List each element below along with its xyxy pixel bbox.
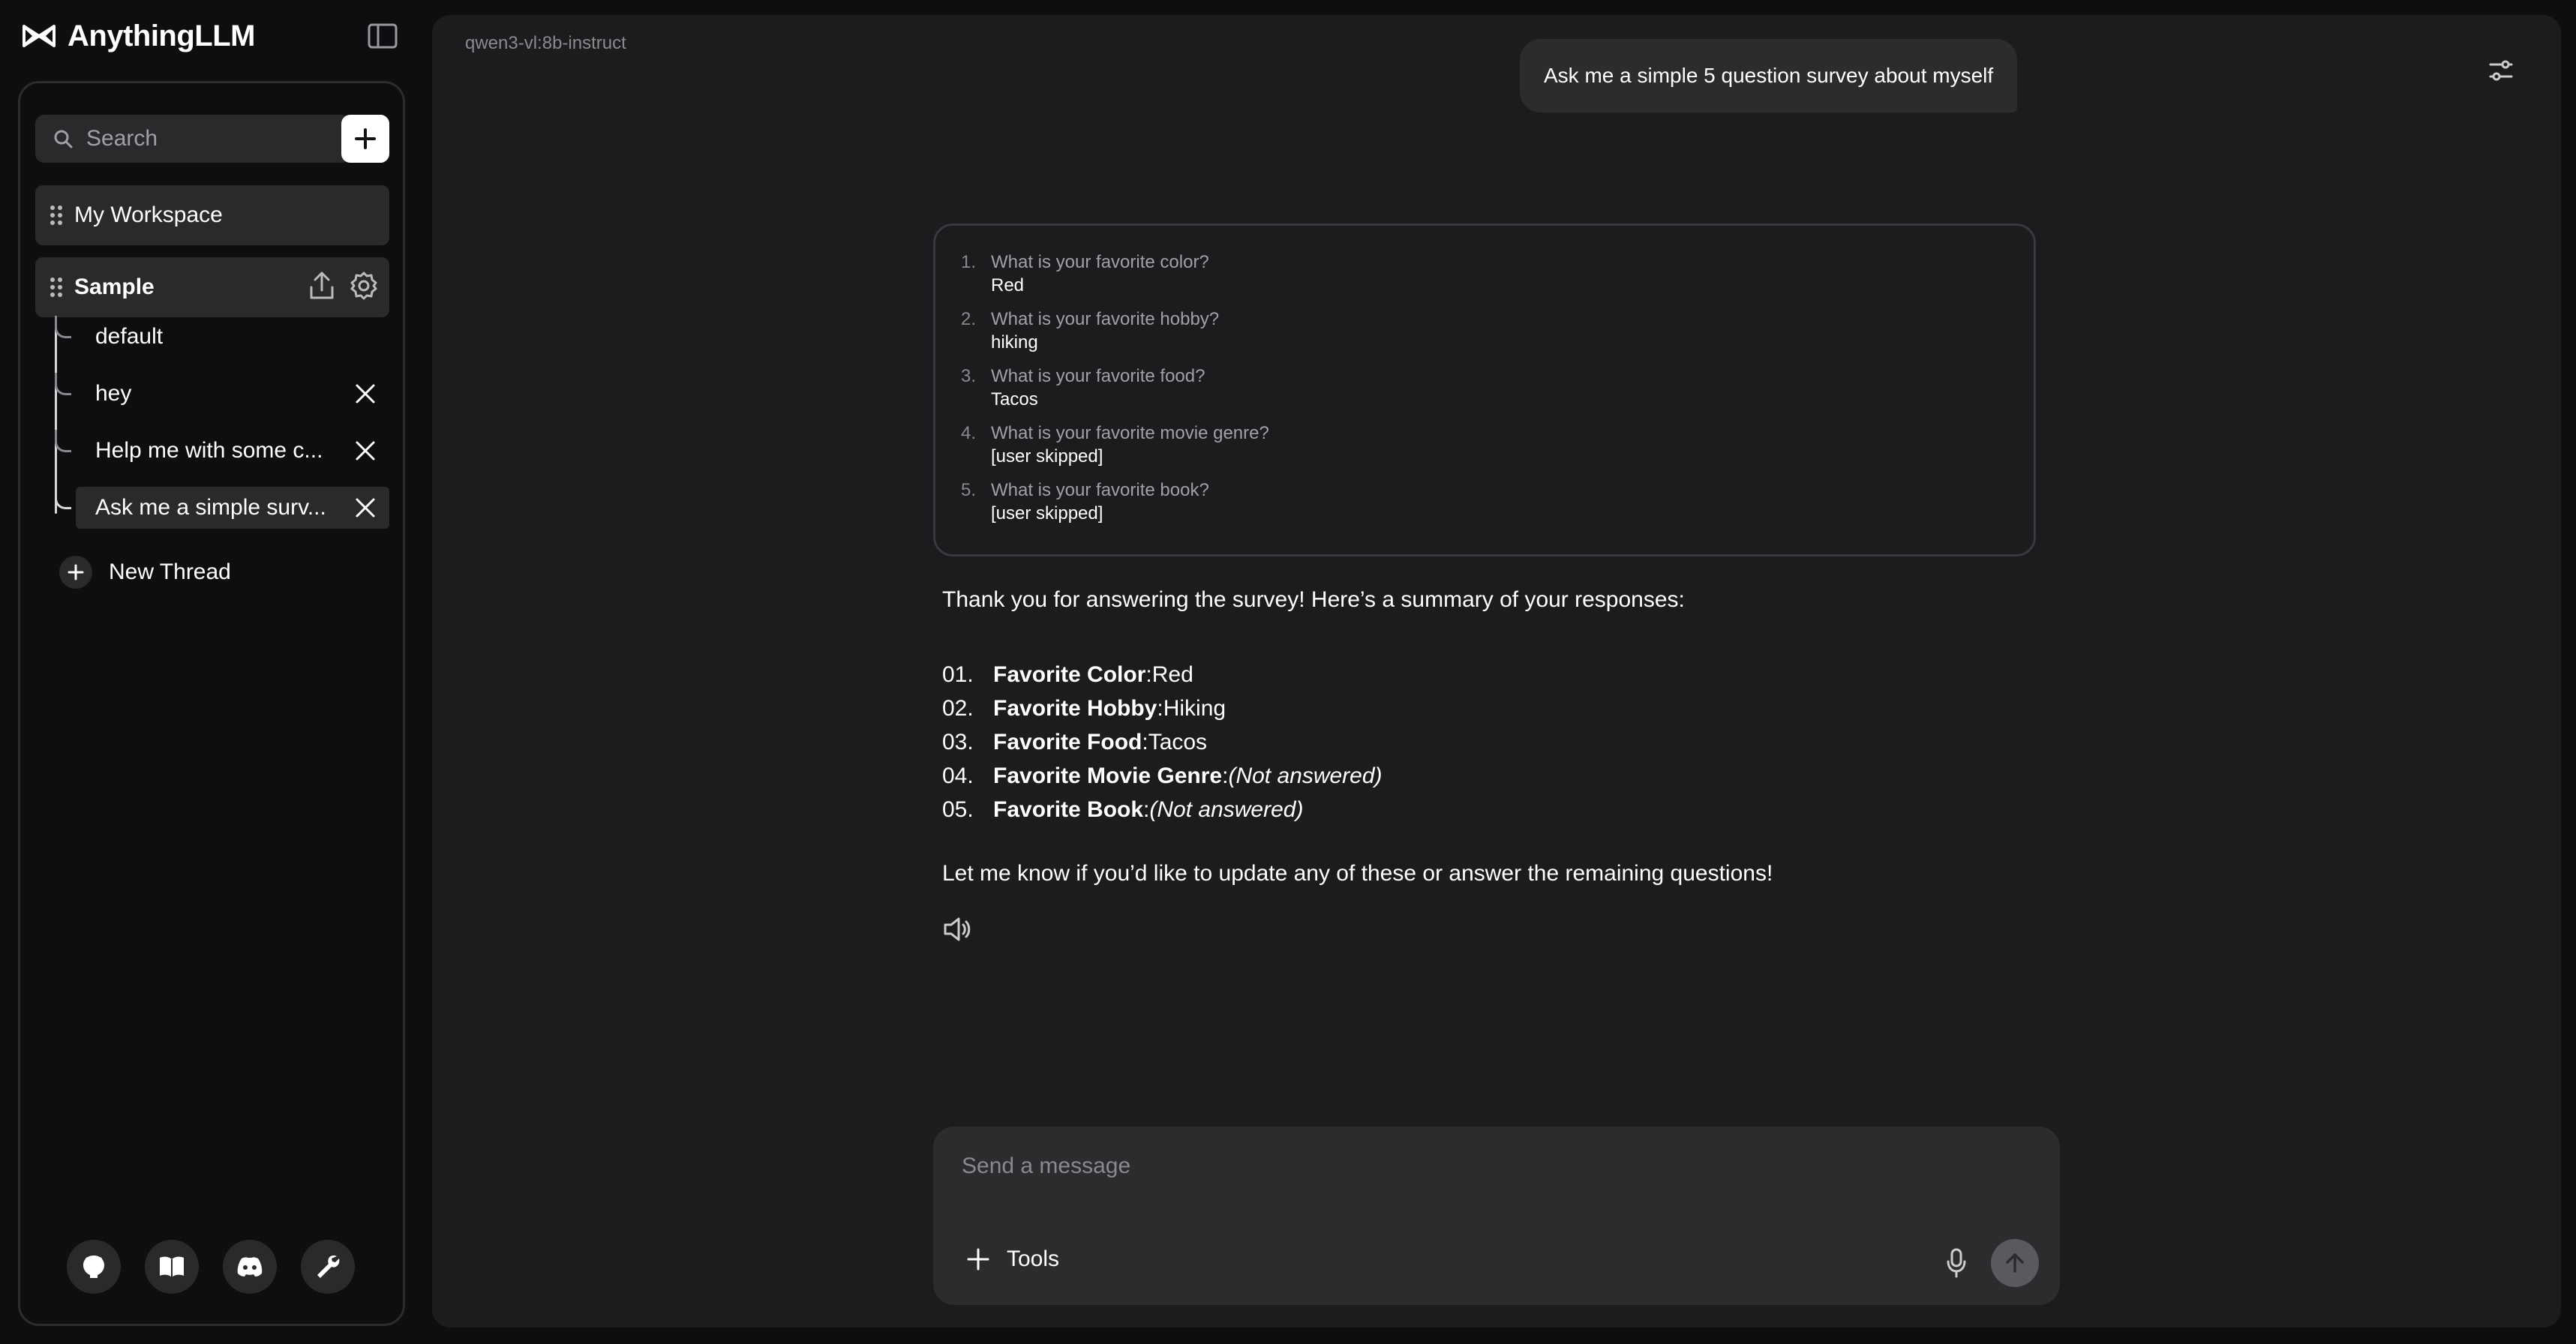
close-icon[interactable] bbox=[355, 497, 376, 518]
summary-item: 02. Favorite Hobby: Hiking bbox=[942, 696, 1226, 721]
github-icon bbox=[80, 1253, 107, 1280]
survey-question: What is your favorite book? bbox=[991, 480, 1209, 500]
close-icon[interactable] bbox=[355, 440, 376, 461]
summary-item: 01. Favorite Color: Red bbox=[942, 662, 1193, 687]
plus-icon bbox=[354, 128, 377, 150]
settings-button[interactable] bbox=[301, 1240, 355, 1294]
thread-item-survey[interactable]: Ask me a simple surv... bbox=[55, 487, 389, 529]
survey-question: What is your favorite hobby? bbox=[991, 309, 1220, 329]
survey-answer: Red bbox=[991, 275, 1025, 296]
survey-item: 4. What is your favorite movie genre? [u… bbox=[961, 422, 2008, 470]
survey-item: 5. What is your favorite book? [user ski… bbox=[961, 479, 2008, 526]
chat-area: qwen3-vl:8b-instruct Ask me a simple 5 q… bbox=[432, 15, 2561, 1328]
book-icon bbox=[158, 1255, 186, 1279]
survey-question: What is your favorite food? bbox=[991, 366, 1205, 386]
user-message: Ask me a simple 5 question survey about … bbox=[1520, 39, 2018, 112]
microphone-icon bbox=[1946, 1248, 1967, 1278]
plus-icon bbox=[59, 556, 92, 589]
survey-item: 2. What is your favorite hobby? hiking bbox=[961, 308, 2008, 356]
message-input[interactable] bbox=[962, 1148, 1937, 1185]
discord-button[interactable] bbox=[223, 1240, 277, 1294]
reply-outro: Let me know if you’d like to update any … bbox=[942, 861, 1773, 886]
assistant-message: Thank you for answering the survey! Here… bbox=[942, 585, 2067, 943]
discord-icon bbox=[236, 1256, 264, 1278]
brand-logo[interactable]: AnythingLLM bbox=[21, 18, 256, 54]
workspace-label: My Workspace bbox=[74, 202, 223, 227]
upload-icon[interactable] bbox=[308, 271, 335, 301]
model-name: qwen3-vl:8b-instruct bbox=[465, 33, 626, 53]
sidebar-toggle-icon bbox=[368, 23, 398, 49]
message-composer: Tools bbox=[933, 1126, 2060, 1305]
new-workspace-button[interactable] bbox=[341, 115, 389, 163]
summary-item: 05. Favorite Book: (Not answered) bbox=[942, 797, 1304, 822]
plus-icon bbox=[966, 1247, 990, 1271]
sliders-icon bbox=[2486, 56, 2516, 86]
tools-label: Tools bbox=[1007, 1246, 1060, 1271]
survey-answer: [user skipped] bbox=[991, 446, 1103, 466]
thread-label: Ask me a simple surv... bbox=[95, 495, 326, 520]
survey-card: 1. What is your favorite color? Red 2. W… bbox=[933, 224, 2036, 556]
drag-handle-icon[interactable] bbox=[49, 204, 64, 226]
summary-item: 04. Favorite Movie Genre: (Not answered) bbox=[942, 764, 1383, 788]
sidebar: Search My Workspace Sample default hey H… bbox=[18, 81, 405, 1326]
survey-question: What is your favorite movie genre? bbox=[991, 423, 1269, 443]
github-button[interactable] bbox=[67, 1240, 121, 1294]
microphone-button[interactable] bbox=[1941, 1244, 1971, 1282]
new-thread-label: New Thread bbox=[109, 560, 231, 584]
thread-item-help[interactable]: Help me with some c... bbox=[55, 430, 389, 472]
survey-item: 1. What is your favorite color? Red bbox=[961, 251, 2008, 298]
thread-label: hey bbox=[95, 381, 132, 406]
thread-label: Help me with some c... bbox=[95, 438, 323, 463]
search-input[interactable]: Search bbox=[35, 115, 350, 163]
send-button[interactable] bbox=[1991, 1239, 2039, 1287]
summary-list: 01. Favorite Color: Red 02. Favorite Hob… bbox=[942, 660, 2067, 829]
survey-item: 3. What is your favorite food? Tacos bbox=[961, 365, 2008, 412]
sidebar-footer bbox=[67, 1240, 355, 1294]
arrow-up-icon bbox=[2004, 1252, 2026, 1274]
speaker-icon bbox=[942, 916, 972, 943]
survey-question: What is your favorite color? bbox=[991, 252, 1209, 272]
sidebar-toggle-button[interactable] bbox=[366, 21, 399, 51]
survey-answer: Tacos bbox=[991, 389, 1038, 410]
workspace-item-sample[interactable]: Sample bbox=[35, 257, 389, 317]
tools-button[interactable]: Tools bbox=[966, 1246, 1059, 1272]
summary-item: 03. Favorite Food: Tacos bbox=[942, 730, 1208, 754]
close-icon[interactable] bbox=[355, 383, 376, 404]
new-thread-button[interactable]: New Thread bbox=[59, 556, 231, 589]
gear-icon[interactable] bbox=[349, 271, 379, 301]
workspace-label: Sample bbox=[74, 274, 155, 299]
thread-item-hey[interactable]: hey bbox=[55, 373, 389, 415]
docs-button[interactable] bbox=[145, 1240, 199, 1294]
survey-answer: hiking bbox=[991, 332, 1038, 352]
thread-label: default bbox=[95, 324, 164, 349]
chat-settings-button[interactable] bbox=[2486, 56, 2516, 86]
reply-intro: Thank you for answering the survey! Here… bbox=[942, 587, 1685, 612]
workspace-item-my-workspace[interactable]: My Workspace bbox=[35, 185, 389, 245]
brand-name: AnythingLLM bbox=[68, 19, 256, 52]
survey-answer: [user skipped] bbox=[991, 503, 1103, 524]
user-message-text: Ask me a simple 5 question survey about … bbox=[1544, 64, 1994, 87]
thread-item-default[interactable]: default bbox=[55, 316, 389, 358]
drag-handle-icon[interactable] bbox=[49, 276, 64, 298]
wrench-icon bbox=[314, 1253, 341, 1280]
anythingllm-logo-icon bbox=[21, 23, 57, 49]
search-icon bbox=[53, 129, 73, 148]
text-to-speech-button[interactable] bbox=[942, 916, 972, 943]
search-placeholder: Search bbox=[86, 126, 158, 151]
